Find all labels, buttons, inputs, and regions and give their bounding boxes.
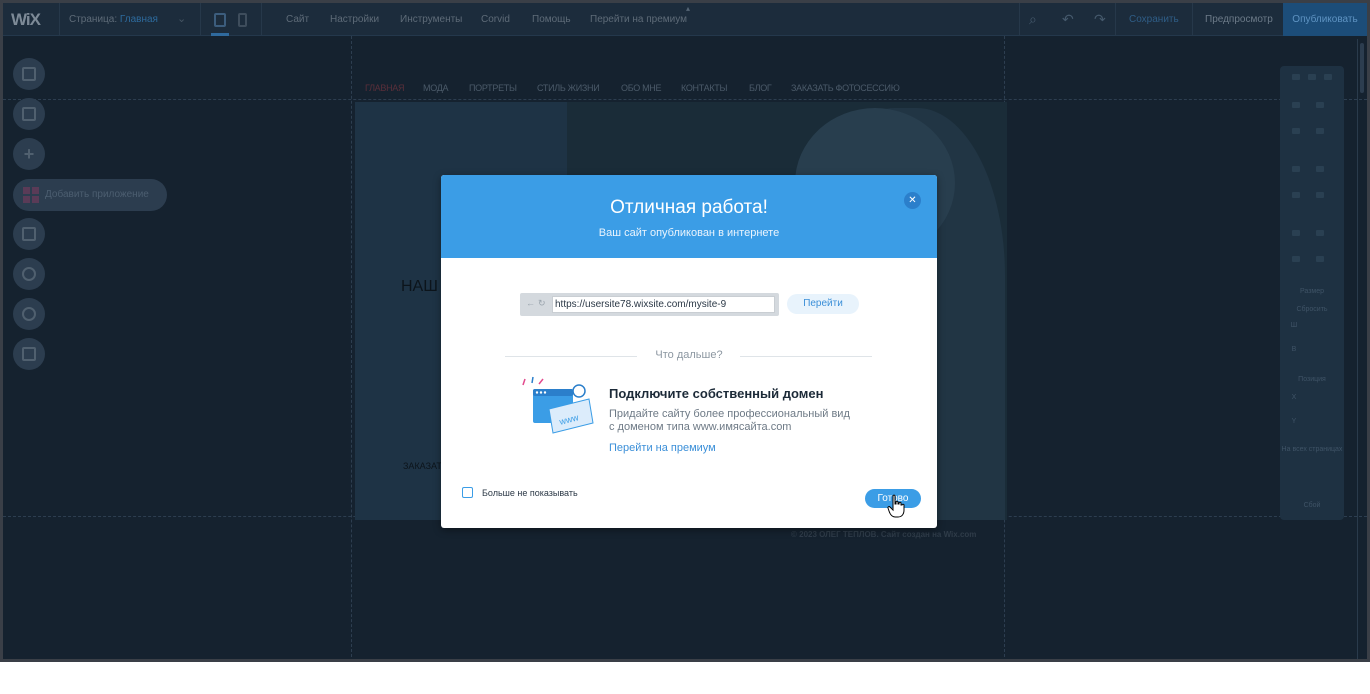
background-icon[interactable] — [13, 98, 45, 130]
menu-upgrade[interactable]: Перейти на премиум — [590, 14, 687, 25]
layout-icon[interactable] — [1292, 74, 1300, 80]
canvas-guide-left — [351, 36, 352, 659]
chevron-down-icon[interactable]: ⌄ — [177, 12, 186, 25]
media-icon[interactable] — [13, 218, 45, 250]
match-size-icon[interactable] — [1316, 192, 1324, 198]
menus-pages-icon[interactable] — [13, 58, 45, 90]
menu-corvid[interactable]: Corvid — [481, 14, 510, 25]
page-selector[interactable]: Страница: Главная — [69, 14, 158, 25]
site-nav-item[interactable]: ГЛАВНАЯ — [365, 83, 404, 93]
scroll-thumb[interactable] — [1360, 43, 1364, 93]
wix-editor-window: WiX Страница: Главная ⌄ Сайт Настройки И… — [0, 0, 1370, 662]
divider — [59, 3, 60, 36]
search-icon[interactable]: ⌕ — [1029, 11, 1037, 28]
site-nav-item[interactable]: ОБО МНЕ — [621, 83, 662, 93]
x-label: X — [1291, 394, 1297, 401]
arrange-icon[interactable] — [1316, 230, 1324, 236]
inspector-help-link[interactable]: Сбой — [1280, 502, 1344, 509]
site-nav-item[interactable]: ПОРТРЕТЫ — [469, 83, 517, 93]
align-icon[interactable] — [1292, 102, 1300, 108]
chat-icon[interactable] — [13, 298, 45, 330]
dialog-title: Отличная работа! — [610, 197, 768, 218]
add-apps-label: Добавить приложение — [45, 189, 149, 200]
connect-domain-title: Подключите собственный домен — [609, 386, 824, 401]
distribute-icon[interactable] — [1316, 166, 1324, 172]
show-on-all-pages-label[interactable]: На всех страницах — [1280, 446, 1344, 453]
hero-title: НАШ — [401, 278, 438, 295]
domain-illustration-icon: www — [522, 376, 594, 434]
layout-icon[interactable] — [1324, 74, 1332, 80]
y-label: Y — [1291, 418, 1297, 425]
upgrade-premium-link[interactable]: Перейти на премиум — [609, 442, 716, 454]
height-label: В — [1291, 346, 1297, 353]
dont-show-again-label[interactable]: Больше не показывать — [482, 488, 578, 498]
match-size-icon[interactable] — [1292, 192, 1300, 198]
publish-button[interactable]: Опубликовать — [1283, 3, 1367, 36]
align-icon[interactable] — [1292, 128, 1300, 134]
divider — [261, 3, 262, 36]
divider — [1115, 3, 1116, 36]
site-url-bar: ←↻ https://usersite78.wixsite.com/mysite… — [520, 293, 779, 316]
add-apps-button[interactable]: Добавить приложение — [13, 179, 167, 211]
arrange-icon[interactable] — [1292, 256, 1300, 262]
position-label: Позиция — [1298, 376, 1326, 383]
divider — [1192, 3, 1193, 36]
dont-show-again-checkbox[interactable] — [462, 487, 473, 498]
connect-domain-desc-line: Придайте сайту более профессиональный ви… — [609, 408, 850, 420]
width-label: Ш — [1290, 322, 1298, 329]
site-url-field[interactable]: https://usersite78.wixsite.com/mysite-9 — [552, 296, 775, 313]
menu-site[interactable]: Сайт — [286, 14, 309, 25]
active-view-indicator — [211, 33, 229, 36]
page-selector-label: Страница: — [69, 14, 118, 25]
wix-logo: WiX — [11, 10, 41, 29]
events-icon[interactable] — [13, 338, 45, 370]
site-nav-item[interactable]: МОДА — [423, 83, 449, 93]
mobile-view-icon[interactable] — [238, 13, 247, 27]
connect-domain-description: Придайте сайту более профессиональный ви… — [609, 408, 859, 434]
collapse-topbar-icon[interactable]: ▴ — [686, 4, 690, 13]
site-nav-item[interactable]: ЗАКАЗАТЬ ФОТОСЕССИЮ — [791, 83, 900, 93]
size-label: Размер — [1299, 288, 1325, 295]
site-nav-item[interactable]: СТИЛЬ ЖИЗНИ — [537, 83, 600, 93]
arrange-icon[interactable] — [1292, 230, 1300, 236]
save-button[interactable]: Сохранить — [1129, 14, 1179, 25]
menu-help[interactable]: Помощь — [532, 14, 571, 25]
dialog-header: Отличная работа! Ваш сайт опубликован в … — [441, 175, 937, 258]
hero-book-button[interactable]: ЗАКАЗАТ — [403, 461, 442, 471]
inspector-panel: Размер Сбросить Ш В Позиция X Y На всех … — [1280, 66, 1344, 520]
desktop-view-icon[interactable] — [214, 13, 226, 27]
hand-cursor-icon — [887, 494, 905, 518]
connect-domain-desc-line: с доменом типа www.имясайта.com — [609, 421, 792, 433]
browser-nav-icon: ←↻ — [526, 298, 549, 308]
page-selector-value: Главная — [119, 14, 158, 25]
menu-settings[interactable]: Настройки — [330, 14, 379, 25]
site-footer-text: © 2023 ОЛЕГ ТЕПЛОВ. Сайт создан на Wix.c… — [791, 530, 977, 539]
divider — [200, 3, 201, 36]
distribute-icon[interactable] — [1292, 166, 1300, 172]
site-nav-item[interactable]: КОНТАКТЫ — [681, 83, 727, 93]
add-apps-icon — [23, 187, 39, 203]
site-nav-item[interactable]: БЛОГ — [749, 83, 772, 93]
site-navigation: ГЛАВНАЯ МОДА ПОРТРЕТЫ СТИЛЬ ЖИЗНИ ОБО МН… — [355, 83, 1007, 101]
menu-tools[interactable]: Инструменты — [400, 14, 462, 25]
preview-button[interactable]: Предпросмотр — [1205, 14, 1273, 25]
canvas-scrollbar[interactable] — [1357, 39, 1365, 659]
go-to-site-button[interactable]: Перейти — [787, 294, 859, 314]
dialog-subtitle: Ваш сайт опубликован в интернете — [598, 227, 780, 239]
layout-icon[interactable] — [1308, 74, 1316, 80]
editor-top-bar: WiX Страница: Главная ⌄ Сайт Настройки И… — [3, 3, 1367, 36]
blog-icon[interactable] — [13, 258, 45, 290]
add-icon[interactable]: + — [13, 138, 45, 170]
align-icon[interactable] — [1316, 128, 1324, 134]
divider — [1019, 3, 1020, 36]
undo-icon[interactable]: ↶ — [1062, 11, 1074, 28]
redo-icon[interactable]: ↷ — [1094, 11, 1106, 28]
close-icon[interactable]: ✕ — [904, 192, 921, 209]
size-reset-button[interactable]: Сбросить — [1280, 306, 1344, 313]
whats-next-heading: Что дальше? — [655, 349, 723, 361]
align-icon[interactable] — [1316, 102, 1324, 108]
arrange-icon[interactable] — [1316, 256, 1324, 262]
publish-success-dialog: Отличная работа! Ваш сайт опубликован в … — [441, 175, 937, 528]
